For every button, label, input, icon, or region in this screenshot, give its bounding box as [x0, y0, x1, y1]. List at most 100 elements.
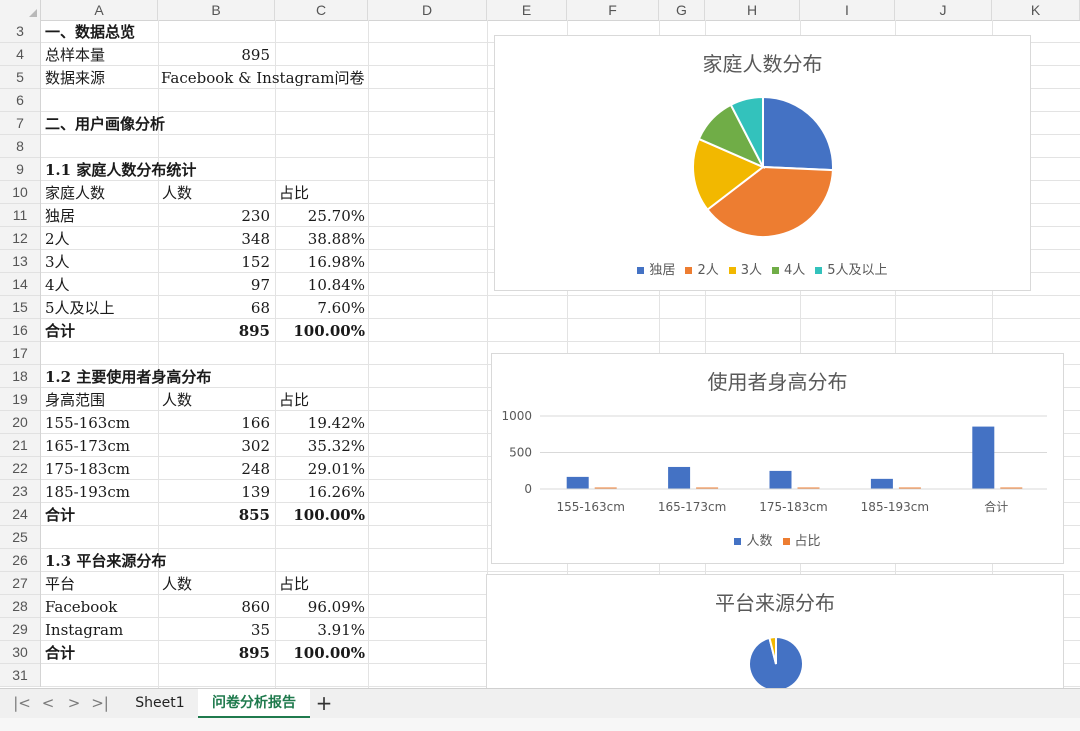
cell-c23[interactable]: 16.26%: [277, 481, 365, 504]
prev-sheet-button[interactable]: <: [38, 693, 58, 713]
select-all-corner[interactable]: [0, 0, 41, 20]
row-header-19[interactable]: 19: [0, 388, 40, 411]
row-header-6[interactable]: 6: [0, 89, 40, 112]
cell-b11[interactable]: 230: [160, 205, 270, 228]
cell-b10[interactable]: 人数: [162, 182, 192, 205]
cell-b27[interactable]: 人数: [162, 573, 192, 596]
cell-c22[interactable]: 29.01%: [277, 458, 365, 481]
row-header-10[interactable]: 10: [0, 181, 40, 204]
col-header-b[interactable]: B: [158, 0, 275, 20]
col-header-g[interactable]: G: [659, 0, 705, 20]
household-pie-chart[interactable]: 家庭人数分布 独居 2人 3人 4人 5人及以上: [494, 35, 1031, 291]
cell-c27[interactable]: 占比: [279, 573, 309, 596]
cell-a10[interactable]: 家庭人数: [45, 182, 105, 205]
row-header-12[interactable]: 12: [0, 227, 40, 250]
cell-a15[interactable]: 5人及以上: [45, 297, 115, 320]
cell-a26[interactable]: 1.3 平台来源分布: [45, 550, 166, 573]
cell-b5[interactable]: Facebook & Instagram问卷: [161, 67, 364, 90]
row-header-26[interactable]: 26: [0, 549, 40, 572]
col-header-i[interactable]: I: [800, 0, 895, 20]
cell-c15[interactable]: 7.60%: [277, 297, 365, 320]
row-header-13[interactable]: 13: [0, 250, 40, 273]
row-header-4[interactable]: 4: [0, 43, 40, 66]
row-header-8[interactable]: 8: [0, 135, 40, 158]
row-header-22[interactable]: 22: [0, 457, 40, 480]
cell-b15[interactable]: 68: [160, 297, 270, 320]
cell-b22[interactable]: 248: [160, 458, 270, 481]
tab-questionnaire-report[interactable]: 问卷分析报告: [198, 689, 310, 718]
cell-a30[interactable]: 合计: [45, 642, 75, 665]
cell-b29[interactable]: 35: [160, 619, 270, 642]
row-header-31[interactable]: 31: [0, 664, 40, 687]
row-header-18[interactable]: 18: [0, 365, 40, 388]
col-header-f[interactable]: F: [567, 0, 659, 20]
cell-a20[interactable]: 155-163cm: [45, 412, 130, 435]
row-header-24[interactable]: 24: [0, 503, 40, 526]
cell-b19[interactable]: 人数: [162, 389, 192, 412]
row-header-17[interactable]: 17: [0, 342, 40, 365]
col-header-a[interactable]: A: [41, 0, 158, 20]
cell-a27[interactable]: 平台: [45, 573, 75, 596]
row-header-9[interactable]: 9: [0, 158, 40, 181]
cell-a12[interactable]: 2人: [45, 228, 70, 251]
cell-c21[interactable]: 35.32%: [277, 435, 365, 458]
tab-sheet1[interactable]: Sheet1: [124, 689, 196, 718]
cell-b24[interactable]: 855: [160, 504, 270, 527]
row-header-27[interactable]: 27: [0, 572, 40, 595]
cell-a18[interactable]: 1.2 主要使用者身高分布: [45, 366, 211, 389]
col-header-c[interactable]: C: [275, 0, 368, 20]
row-header-7[interactable]: 7: [0, 112, 40, 135]
cell-b30[interactable]: 895: [160, 642, 270, 665]
col-header-d[interactable]: D: [368, 0, 487, 20]
cell-b13[interactable]: 152: [160, 251, 270, 274]
row-header-16[interactable]: 16: [0, 319, 40, 342]
cell-a5[interactable]: 数据来源: [45, 67, 105, 90]
cell-a11[interactable]: 独居: [45, 205, 75, 228]
cell-b21[interactable]: 302: [160, 435, 270, 458]
cell-b14[interactable]: 97: [160, 274, 270, 297]
row-header-23[interactable]: 23: [0, 480, 40, 503]
cell-c11[interactable]: 25.70%: [277, 205, 365, 228]
cell-c13[interactable]: 16.98%: [277, 251, 365, 274]
row-header-15[interactable]: 15: [0, 296, 40, 319]
add-sheet-button[interactable]: +: [313, 692, 335, 714]
row-header-28[interactable]: 28: [0, 595, 40, 618]
cell-a29[interactable]: Instagram: [45, 619, 123, 642]
cell-c20[interactable]: 19.42%: [277, 412, 365, 435]
col-header-e[interactable]: E: [487, 0, 567, 20]
first-sheet-button[interactable]: |<: [12, 693, 32, 713]
row-header-5[interactable]: 5: [0, 66, 40, 89]
cell-a4[interactable]: 总样本量: [45, 44, 105, 67]
cell-a7[interactable]: 二、用户画像分析: [45, 113, 165, 136]
cell-c28[interactable]: 96.09%: [277, 596, 365, 619]
cell-b12[interactable]: 348: [160, 228, 270, 251]
cell-b20[interactable]: 166: [160, 412, 270, 435]
cell-c24[interactable]: 100.00%: [277, 504, 365, 527]
cell-a28[interactable]: Facebook: [45, 596, 117, 619]
cell-c19[interactable]: 占比: [279, 389, 309, 412]
row-header-25[interactable]: 25: [0, 526, 40, 549]
next-sheet-button[interactable]: >: [64, 693, 84, 713]
cell-a13[interactable]: 3人: [45, 251, 70, 274]
row-header-21[interactable]: 21: [0, 434, 40, 457]
row-header-29[interactable]: 29: [0, 618, 40, 641]
cell-a19[interactable]: 身高范围: [45, 389, 105, 412]
last-sheet-button[interactable]: >|: [90, 693, 110, 713]
cell-b4[interactable]: 895: [160, 44, 270, 67]
cell-a22[interactable]: 175-183cm: [45, 458, 130, 481]
row-header-11[interactable]: 11: [0, 204, 40, 227]
cell-a23[interactable]: 185-193cm: [45, 481, 130, 504]
cell-b23[interactable]: 139: [160, 481, 270, 504]
row-header-14[interactable]: 14: [0, 273, 40, 296]
cell-c12[interactable]: 38.88%: [277, 228, 365, 251]
cell-a21[interactable]: 165-173cm: [45, 435, 130, 458]
cell-c10[interactable]: 占比: [279, 182, 309, 205]
col-header-k[interactable]: K: [992, 0, 1080, 20]
cell-c30[interactable]: 100.00%: [277, 642, 365, 665]
cell-b28[interactable]: 860: [160, 596, 270, 619]
col-header-h[interactable]: H: [705, 0, 800, 20]
col-header-j[interactable]: J: [895, 0, 992, 20]
cell-a16[interactable]: 合计: [45, 320, 75, 343]
cell-c16[interactable]: 100.00%: [277, 320, 365, 343]
cell-a14[interactable]: 4人: [45, 274, 70, 297]
